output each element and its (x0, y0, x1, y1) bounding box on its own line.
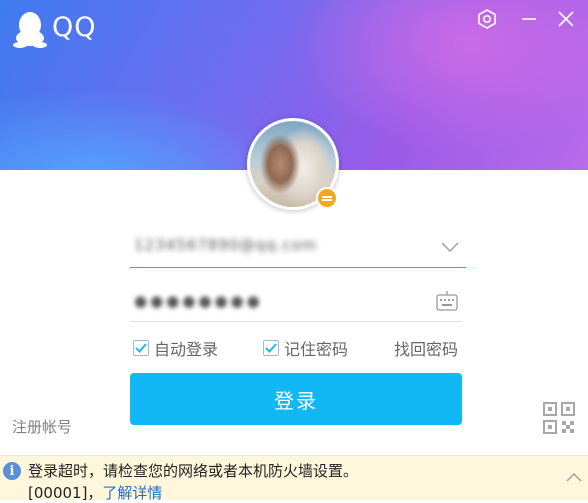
minimize-icon (522, 18, 536, 20)
app-title: QQ (52, 12, 97, 43)
register-account-link[interactable]: 注册帐号 (12, 416, 72, 437)
status-busy-icon[interactable] (316, 187, 338, 209)
password-value: ●●●●●●●● (134, 292, 263, 310)
error-notification-bar: i 登录超时，请检查您的网络或者本机防火墙设置。 [00001]，了解详情 (0, 455, 588, 502)
checkbox-checked-icon (133, 340, 149, 356)
minimize-button[interactable] (515, 6, 543, 32)
chevron-up-icon[interactable] (566, 472, 582, 482)
settings-button[interactable] (473, 6, 501, 32)
checkbox-checked-icon (263, 340, 279, 356)
login-button[interactable]: 登录 (130, 373, 462, 425)
chevron-down-icon[interactable] (440, 240, 460, 254)
error-code: [00001]， (28, 484, 103, 502)
find-password-link[interactable]: 找回密码 (394, 336, 458, 360)
remember-password-checkbox[interactable]: 记住密码 (263, 336, 348, 360)
close-button[interactable] (552, 6, 580, 32)
password-input[interactable]: ●●●●●●●● (130, 284, 462, 322)
error-message: 登录超时，请检查您的网络或者本机防火墙设置。 (28, 462, 359, 480)
keyboard-icon[interactable] (436, 290, 458, 312)
learn-more-link[interactable]: 了解详情 (102, 484, 162, 502)
remember-password-label: 记住密码 (284, 340, 349, 359)
close-icon (558, 11, 574, 27)
info-icon: i (3, 462, 21, 480)
gear-icon (478, 9, 496, 29)
auto-login-label: 自动登录 (154, 340, 219, 359)
auto-login-checkbox[interactable]: 自动登录 (133, 336, 218, 360)
qr-code-icon[interactable] (543, 402, 575, 434)
penguin-icon (13, 12, 47, 48)
account-input[interactable]: 1234567890@qq.com (130, 228, 466, 268)
account-value: 1234567890@qq.com (134, 236, 318, 254)
